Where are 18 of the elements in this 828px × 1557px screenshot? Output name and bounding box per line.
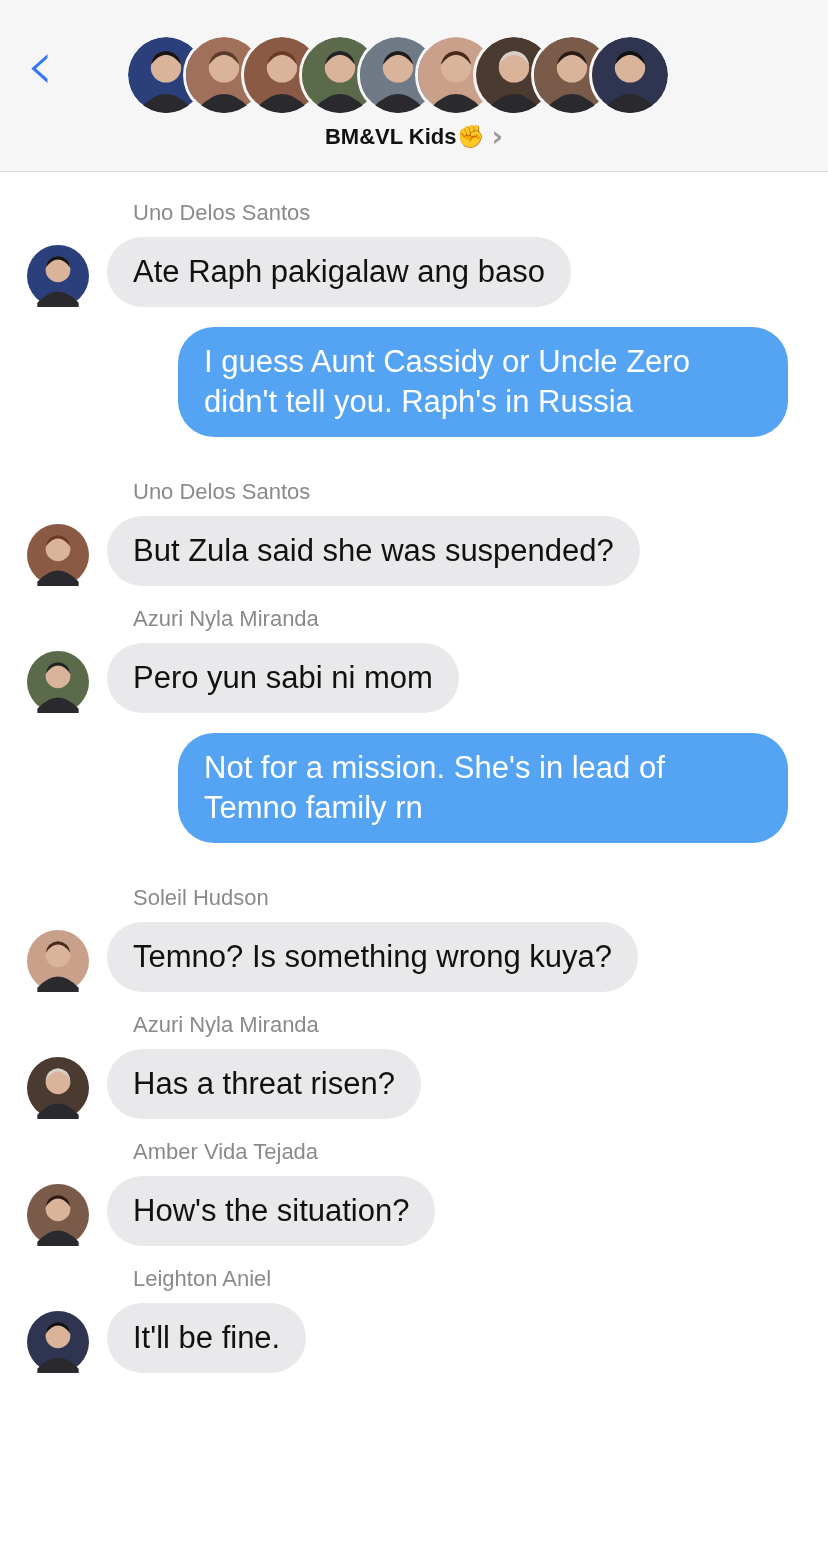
sender-name: Uno Delos Santos	[133, 200, 312, 226]
message-bubble: Not for a mission. She's in lead of Temno family rn	[178, 733, 788, 843]
group-name-button[interactable]: BM&VL Kids✊ ›	[320, 124, 508, 150]
sender-name: Leighton Aniel	[133, 1266, 273, 1292]
message-bubble: But Zula said she was suspended?	[107, 516, 640, 586]
message-bubble: Has a threat risen?	[107, 1049, 421, 1119]
message-bubble: Ate Raph pakigalaw ang baso	[107, 237, 571, 307]
sender-name: Amber Vida Tejada	[133, 1139, 320, 1165]
back-button[interactable]: ‹	[26, 30, 54, 100]
message-bubble: I guess Aunt Cassidy or Uncle Zero didn't tell you. Raph's in Russia	[178, 327, 788, 437]
message-bubble: How's the situation?	[107, 1176, 436, 1246]
message-bubble: It'll be fine.	[107, 1303, 307, 1373]
message-bubble: Pero yun sabi ni mom	[107, 643, 459, 713]
sender-name: Azuri Nyla Miranda	[133, 606, 320, 632]
sender-name: Uno Delos Santos	[133, 479, 312, 505]
sender-name: Soleil Hudson	[133, 885, 270, 911]
message-bubble: Temno? Is something wrong kuya?	[107, 922, 639, 992]
sender-name: Azuri Nyla Miranda	[133, 1012, 320, 1038]
